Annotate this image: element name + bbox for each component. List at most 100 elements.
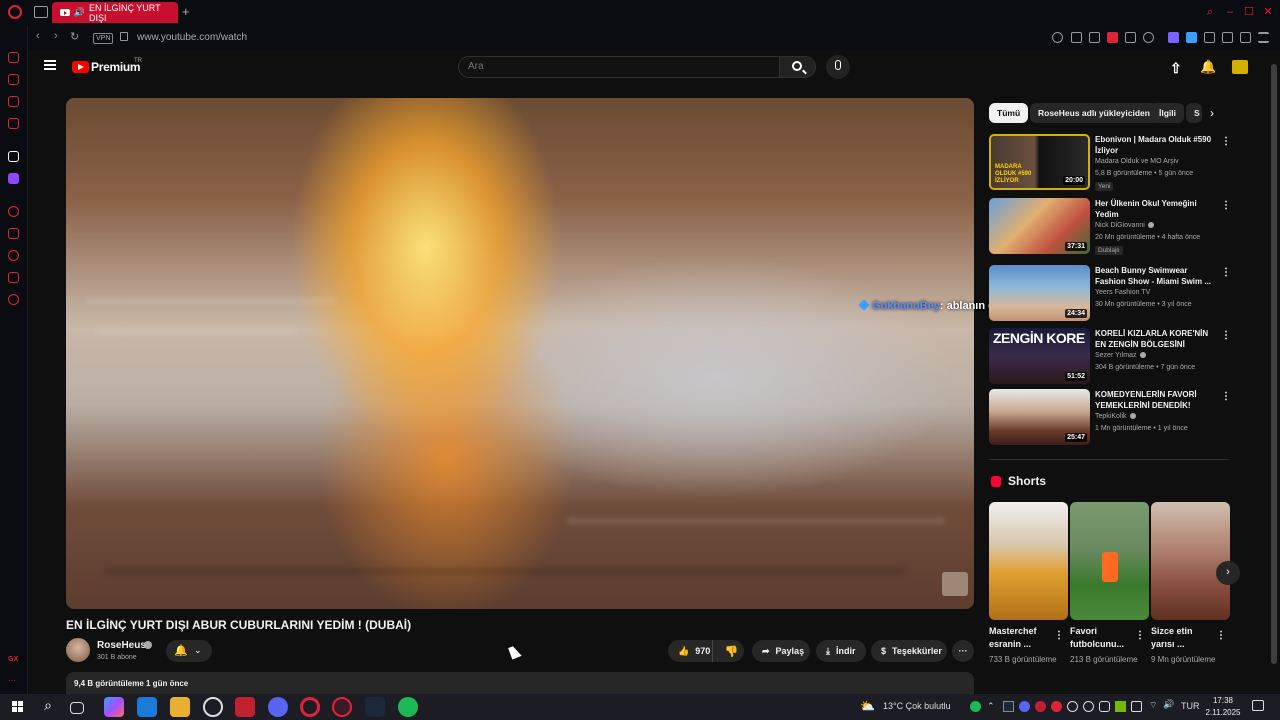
start-button[interactable] — [8, 697, 28, 717]
like-button[interactable]: 👍 970 — [668, 640, 713, 662]
video-thumbnail[interactable]: 25:47 — [989, 389, 1090, 445]
search-icon[interactable]: ⌕ — [38, 697, 58, 717]
steam-icon[interactable] — [365, 697, 385, 717]
gx-corner-icon[interactable]: GX — [8, 656, 19, 667]
language-indicator[interactable]: TUR — [1181, 701, 1200, 711]
lock-icon[interactable] — [120, 32, 128, 41]
opera-gx-taskbar-icon[interactable] — [332, 697, 352, 717]
wifi-icon[interactable]: ⌔ — [1149, 700, 1157, 711]
channel-avatar[interactable] — [66, 638, 90, 662]
more-vert-icon[interactable]: ⋮ — [1221, 391, 1231, 402]
search-tabs-icon[interactable]: ⌕ — [1204, 6, 1216, 18]
device-tray-icon[interactable] — [1131, 701, 1142, 712]
app-tray-icon[interactable] — [1035, 701, 1046, 712]
description-box[interactable] — [66, 672, 974, 694]
messenger-icon[interactable] — [8, 96, 19, 107]
twitch-icon[interactable] — [8, 173, 19, 184]
player-icon[interactable] — [8, 206, 19, 217]
discord-icon[interactable] — [268, 697, 288, 717]
translate-extension-icon[interactable] — [1186, 32, 1197, 43]
recommendation-title[interactable]: Ebonivon | Madara Olduk #590 İzliyor — [1095, 134, 1215, 156]
steam-tray-icon[interactable] — [1003, 701, 1014, 712]
recommendation-channel[interactable]: Sezer Yılmaz — [1095, 352, 1146, 359]
extensions-sidebar-icon[interactable] — [8, 272, 19, 283]
recommendation-title[interactable]: Beach Bunny Swimwear Fashion Show - Miam… — [1095, 265, 1215, 287]
network-tray-icon[interactable] — [1067, 701, 1078, 712]
edge-icon[interactable] — [137, 697, 157, 717]
search-button[interactable] — [779, 56, 816, 78]
chip-partial[interactable]: S — [1186, 103, 1202, 123]
back-icon[interactable]: ‹ — [36, 30, 40, 42]
subscription-bell-button[interactable]: 🔔 ⌄ — [166, 640, 212, 662]
recommendation-item[interactable]: 24:34 Beach Bunny Swimwear Fashion Show … — [989, 265, 1231, 323]
settings-icon[interactable] — [8, 294, 19, 305]
youtube-logo-icon[interactable] — [72, 61, 89, 73]
video-thumbnail[interactable]: ZENGİN KORE 51:52 — [989, 328, 1090, 384]
download-manager-icon[interactable] — [1240, 32, 1251, 43]
clock-date[interactable]: 2.11.2025 — [1204, 708, 1242, 717]
vpn-badge[interactable]: VPN — [93, 33, 114, 44]
end-screen-thumbnail[interactable] — [942, 572, 968, 596]
short-title[interactable]: Sizce etin yarısı ... — [1151, 625, 1213, 651]
opera-logo-icon[interactable] — [8, 5, 22, 19]
opera-gx-icon[interactable] — [8, 151, 19, 162]
video-player[interactable] — [66, 98, 974, 609]
recommendation-item[interactable]: MADARA OLDUK #590 İZLİYOR 20:00 Ebonivon… — [989, 134, 1231, 192]
short-title[interactable]: Favori futbolcunu... — [1070, 625, 1132, 651]
spotify-tray-icon[interactable] — [970, 701, 981, 712]
chip-all[interactable]: Tümü — [989, 103, 1029, 123]
minimize-button[interactable]: – — [1224, 6, 1236, 18]
bookmarks-icon[interactable] — [8, 228, 19, 239]
discord-tray-icon[interactable] — [1019, 701, 1030, 712]
easy-setup-icon[interactable] — [1258, 32, 1269, 43]
history-icon[interactable] — [8, 250, 19, 261]
zoom-icon[interactable] — [1052, 32, 1063, 43]
obs-tray-icon[interactable] — [1083, 701, 1094, 712]
more-vert-icon[interactable]: ⋮ — [1216, 630, 1226, 641]
more-actions-button[interactable]: ··· — [952, 640, 974, 662]
channel-name[interactable]: RoseHeus — [97, 640, 146, 651]
tray-overflow-icon[interactable]: ⌃ — [987, 701, 995, 712]
thanks-button[interactable]: $ Teşekkürler — [871, 640, 947, 662]
download-button[interactable]: ⤓ İndir — [816, 640, 866, 662]
media-player-icon[interactable] — [1168, 32, 1179, 43]
file-explorer-icon[interactable] — [170, 697, 190, 717]
chip-from-uploader[interactable]: RoseHeus adlı yükleyiciden — [1030, 103, 1158, 123]
clock-time[interactable]: 17:38 — [1204, 696, 1242, 705]
voice-search-button[interactable] — [826, 55, 850, 79]
chip-related[interactable]: İlgili — [1151, 103, 1184, 123]
search-input[interactable] — [468, 61, 768, 72]
extensions-icon[interactable] — [1222, 32, 1233, 43]
scrollbar-thumb[interactable] — [1271, 64, 1277, 664]
recommendation-item[interactable]: 37:31 Her Ülkenin Okul Yemeğini Yedim Ni… — [989, 198, 1231, 256]
audio-playing-icon[interactable]: 🔊 — [74, 7, 85, 18]
recommendation-channel[interactable]: Nick DiGiovanni — [1095, 222, 1154, 229]
short-thumbnail[interactable] — [989, 502, 1068, 620]
video-thumbnail[interactable]: 24:34 — [989, 265, 1090, 321]
heart-icon[interactable] — [1143, 32, 1154, 43]
opera-tray-icon[interactable] — [1051, 701, 1062, 712]
recommendation-channel[interactable]: Yeers Fashion TV — [1095, 289, 1150, 296]
forward-icon[interactable]: › — [54, 30, 58, 42]
weather-text[interactable]: 13°C Çok bulutlu — [883, 701, 951, 711]
copilot-icon[interactable] — [104, 697, 124, 717]
recommendation-title[interactable]: KOMEDYENLERİN FAVORİ YEMEKLERİNİ DENEDİK… — [1095, 389, 1215, 411]
vegas-icon[interactable] — [235, 697, 255, 717]
recommendation-title[interactable]: KORELİ KIZLARLA KORE'NİN EN ZENGİN BÖLGE… — [1095, 328, 1215, 350]
controller-tray-icon[interactable] — [1099, 701, 1110, 712]
volume-icon[interactable]: 🔊 — [1163, 699, 1174, 710]
notifications-icon[interactable]: 🔔 — [1200, 59, 1216, 75]
more-vert-icon[interactable]: ⋮ — [1135, 630, 1145, 641]
task-view-icon[interactable] — [70, 702, 84, 714]
short-thumbnail[interactable] — [1151, 502, 1230, 620]
weather-icon[interactable]: ⛅ — [860, 699, 875, 713]
crypto-wallet-icon[interactable] — [8, 74, 19, 85]
new-tab-button[interactable]: + — [182, 4, 190, 19]
upload-icon[interactable]: ⇧ — [1170, 60, 1182, 77]
obs-icon[interactable] — [203, 697, 223, 717]
short-thumbnail[interactable] — [1070, 502, 1149, 620]
url-field[interactable]: www.youtube.com/watch — [137, 32, 247, 43]
share-button[interactable]: ➦ Paylaş — [752, 640, 810, 662]
recommendation-title[interactable]: Her Ülkenin Okul Yemeğini Yedim — [1095, 198, 1215, 220]
dislike-button[interactable]: 👎 — [719, 645, 744, 658]
